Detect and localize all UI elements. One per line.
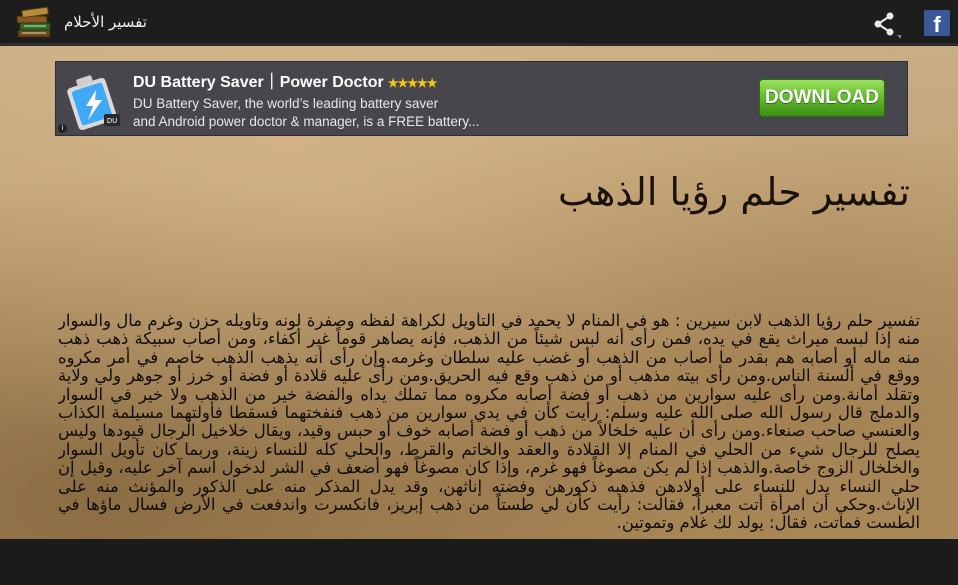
download-button[interactable]: DOWNLOAD [759, 79, 885, 117]
ad-description: DU Battery Saver, the world’s leading ba… [133, 95, 653, 131]
svg-text:DU: DU [107, 117, 118, 125]
article-title: تفسير حلم رؤيا الذهب [557, 170, 910, 214]
article-body: تفسير حلم رؤيا الذهب لابن سيرين : هو في … [58, 312, 920, 533]
books-icon[interactable] [14, 6, 54, 42]
ad-title-text: DU Battery Saver｜Power Doctor [133, 74, 384, 91]
share-icon [874, 12, 901, 39]
facebook-icon: f [933, 12, 941, 36]
ad-title: DU Battery Saver｜Power Doctor ★★★★★ [133, 68, 438, 92]
ad-info-icon[interactable]: i [58, 124, 67, 133]
ad-description-line: DU Battery Saver, the world’s leading ba… [133, 96, 439, 111]
share-button[interactable] [868, 8, 902, 40]
rating-stars-icon: ★★★★★ [387, 76, 438, 90]
app-title: تفسير الأحلام [64, 13, 147, 31]
ad-description-line: and Android power doctor & manager, is a… [133, 114, 480, 129]
article-page: DU i DU Battery Saver｜Power Doctor ★★★★★ … [0, 46, 958, 539]
ad-banner[interactable]: DU i DU Battery Saver｜Power Doctor ★★★★★ … [55, 61, 908, 136]
facebook-button[interactable]: f [924, 10, 950, 36]
battery-app-icon: DU [66, 66, 126, 131]
action-bar: تفسير الأحلام f [0, 0, 958, 46]
